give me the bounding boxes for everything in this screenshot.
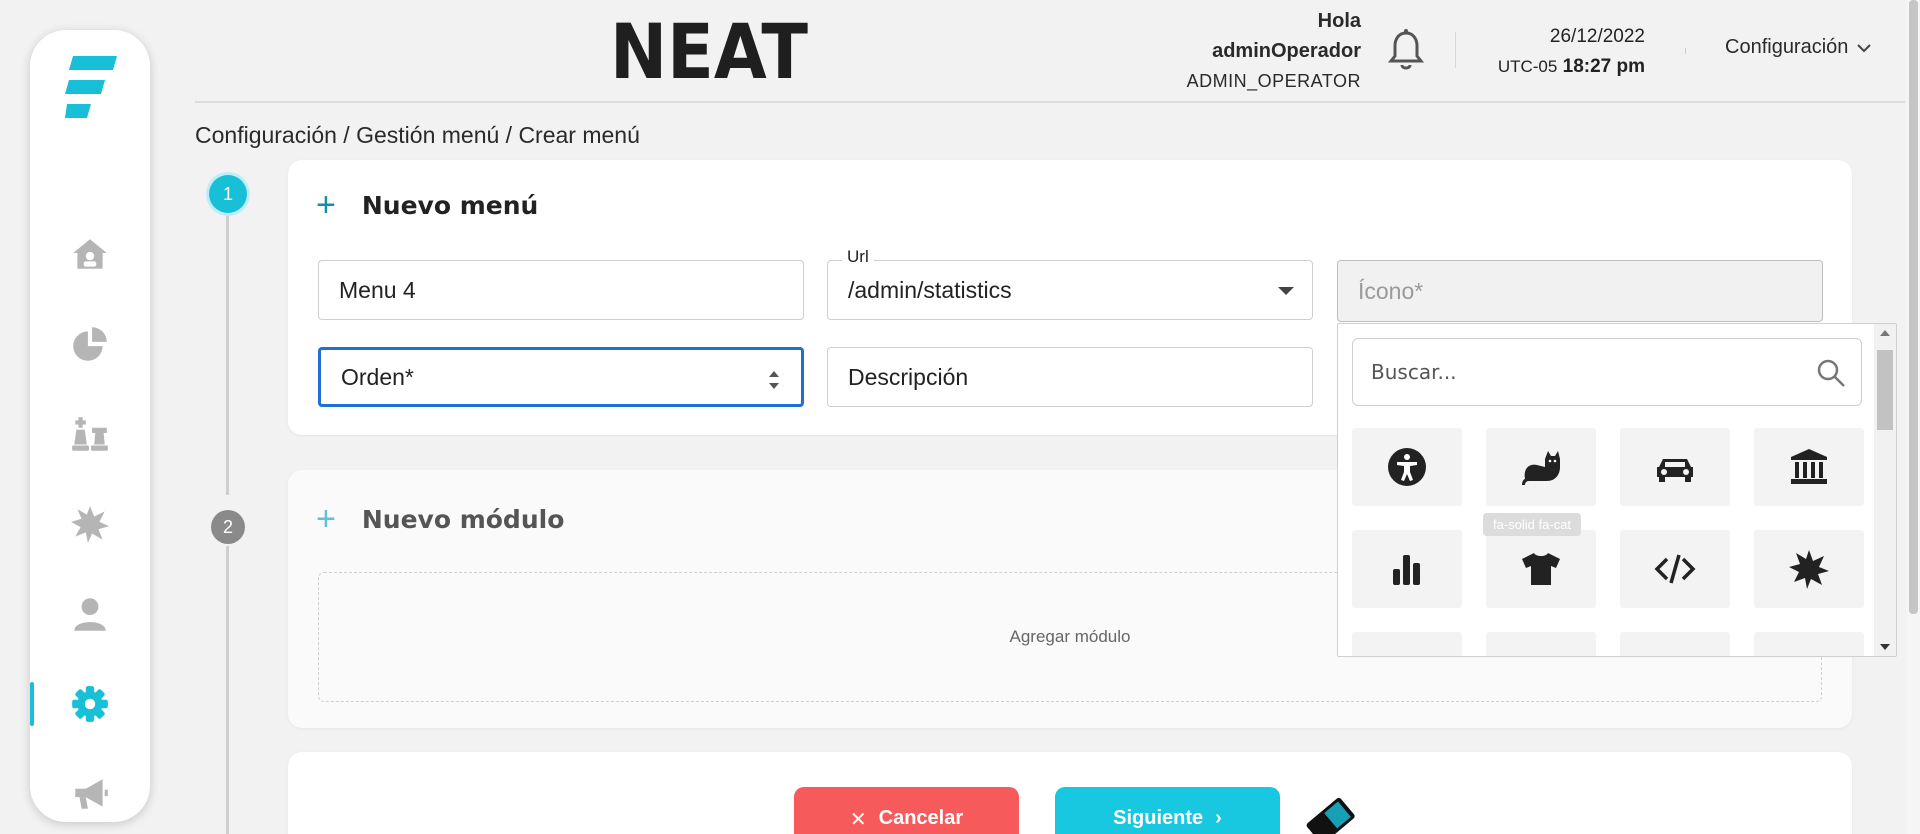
svg-text:NEAT: NEAT <box>610 18 808 84</box>
step-1-indicator: 1 <box>209 175 247 213</box>
universal-access-icon <box>1388 448 1426 486</box>
burst-icon <box>71 506 109 543</box>
page-scrollbar[interactable] <box>1906 0 1920 834</box>
header-divider <box>1685 48 1686 54</box>
configuration-menu-label: Configuración <box>1725 36 1849 58</box>
gear-icon <box>72 686 108 722</box>
burst-icon <box>1789 550 1829 589</box>
cancel-button[interactable]: ✕ Cancelar <box>794 787 1019 834</box>
code-icon <box>1654 554 1696 584</box>
date-text: 26/12/2022 <box>1549 26 1645 47</box>
icon-option-car[interactable] <box>1620 428 1730 506</box>
icon-option-partial[interactable] <box>1620 632 1730 656</box>
icon-picker-dropdown: fa-solid fa-cat <box>1337 323 1897 657</box>
stepper-line <box>226 546 229 834</box>
scroll-down-icon[interactable] <box>1880 644 1890 650</box>
car-icon <box>1657 459 1693 482</box>
megaphone-icon <box>75 779 108 809</box>
icon-picker-scrollbar[interactable] <box>1874 324 1896 656</box>
icon-option-cat[interactable] <box>1486 428 1596 506</box>
sidebar-item-settings[interactable] <box>30 675 150 733</box>
icon-option-bank[interactable] <box>1754 428 1864 506</box>
search-icon[interactable] <box>1815 357 1847 389</box>
sidebar-item-strategy[interactable] <box>30 405 150 463</box>
user-icon <box>74 598 106 631</box>
icon-option-burst[interactable] <box>1754 530 1864 608</box>
app-logo-icon <box>65 56 117 118</box>
icon-option-bar-chart[interactable] <box>1352 530 1462 608</box>
top-header: NEAT Hola adminOperador ADMIN_OPERATOR 2… <box>195 0 1905 103</box>
sidebar-item-statistics[interactable] <box>30 315 150 373</box>
icon-option-partial[interactable] <box>1486 632 1596 656</box>
plus-icon: + <box>316 500 336 538</box>
next-button[interactable]: Siguiente › <box>1055 787 1280 834</box>
icon-option-partial[interactable] <box>1352 632 1462 656</box>
sidebar-item-burst[interactable] <box>30 495 150 553</box>
user-greeting: Hola adminOperador ADMIN_OPERATOR <box>1187 6 1361 96</box>
icon-option-shirt[interactable] <box>1486 530 1596 608</box>
plus-icon: + <box>316 186 336 224</box>
breadcrumb: Configuración / Gestión menú / Crear men… <box>195 122 640 148</box>
header-divider <box>1455 32 1456 68</box>
bell-icon[interactable] <box>1385 28 1427 72</box>
bar-chart-icon <box>1393 555 1420 585</box>
scroll-up-icon[interactable] <box>1880 330 1890 336</box>
cat-icon <box>1522 451 1560 485</box>
step-2-indicator: 2 <box>211 510 245 544</box>
actions-card: ✕ Cancelar Siguiente › <box>288 752 1852 834</box>
icon-search-input[interactable] <box>1371 360 1811 384</box>
url-label: Url <box>842 247 874 267</box>
home-icon <box>73 239 107 269</box>
icon-search-box <box>1352 338 1862 406</box>
order-input[interactable]: Orden* <box>318 347 804 407</box>
chevron-right-icon: › <box>1215 807 1222 829</box>
time-text: 18:27 pm <box>1562 56 1645 77</box>
eraser-icon <box>1306 797 1355 834</box>
icon-tooltip: fa-solid fa-cat <box>1483 513 1582 536</box>
configuration-menu[interactable]: Configuración <box>1725 36 1872 59</box>
url-select[interactable]: Url /admin/statistics <box>827 247 1313 320</box>
icon-select[interactable]: Ícono* <box>1337 260 1823 322</box>
user-role: ADMIN_OPERATOR <box>1186 71 1361 91</box>
brand-logo: NEAT <box>610 18 808 84</box>
description-input[interactable]: Descripción <box>827 347 1313 407</box>
bank-icon <box>1791 449 1827 484</box>
page-scrollbar-thumb[interactable] <box>1909 0 1918 614</box>
chess-icon <box>72 417 108 451</box>
greeting-text: Hola <box>1317 10 1361 32</box>
menu-name-input[interactable]: Menu 4 <box>318 260 804 320</box>
chevron-down-icon <box>1857 43 1872 52</box>
icon-option-code[interactable] <box>1620 530 1730 608</box>
sidebar-item-users[interactable] <box>30 585 150 643</box>
sidebar-item-announcements[interactable] <box>30 765 150 823</box>
new-menu-title: + Nuevo menú <box>316 186 539 224</box>
shirt-icon <box>1522 553 1560 585</box>
new-module-title: + Nuevo módulo <box>316 500 565 538</box>
timezone-text: UTC-05 <box>1497 57 1558 76</box>
stepper-line <box>226 215 229 495</box>
icon-option-universal-access[interactable] <box>1352 428 1462 506</box>
icon-option-partial[interactable] <box>1754 632 1864 656</box>
date-time: 26/12/2022 UTC-05 18:27 pm <box>1495 22 1645 82</box>
sidebar <box>30 30 150 822</box>
scrollbar-thumb[interactable] <box>1877 350 1893 430</box>
username: adminOperador <box>1212 40 1361 62</box>
sidebar-item-home[interactable] <box>30 225 150 283</box>
pie-chart-icon <box>73 327 107 361</box>
close-icon: ✕ <box>849 809 867 831</box>
stepper-arrows-icon[interactable] <box>767 366 781 394</box>
dropdown-arrow-icon <box>1278 287 1294 295</box>
